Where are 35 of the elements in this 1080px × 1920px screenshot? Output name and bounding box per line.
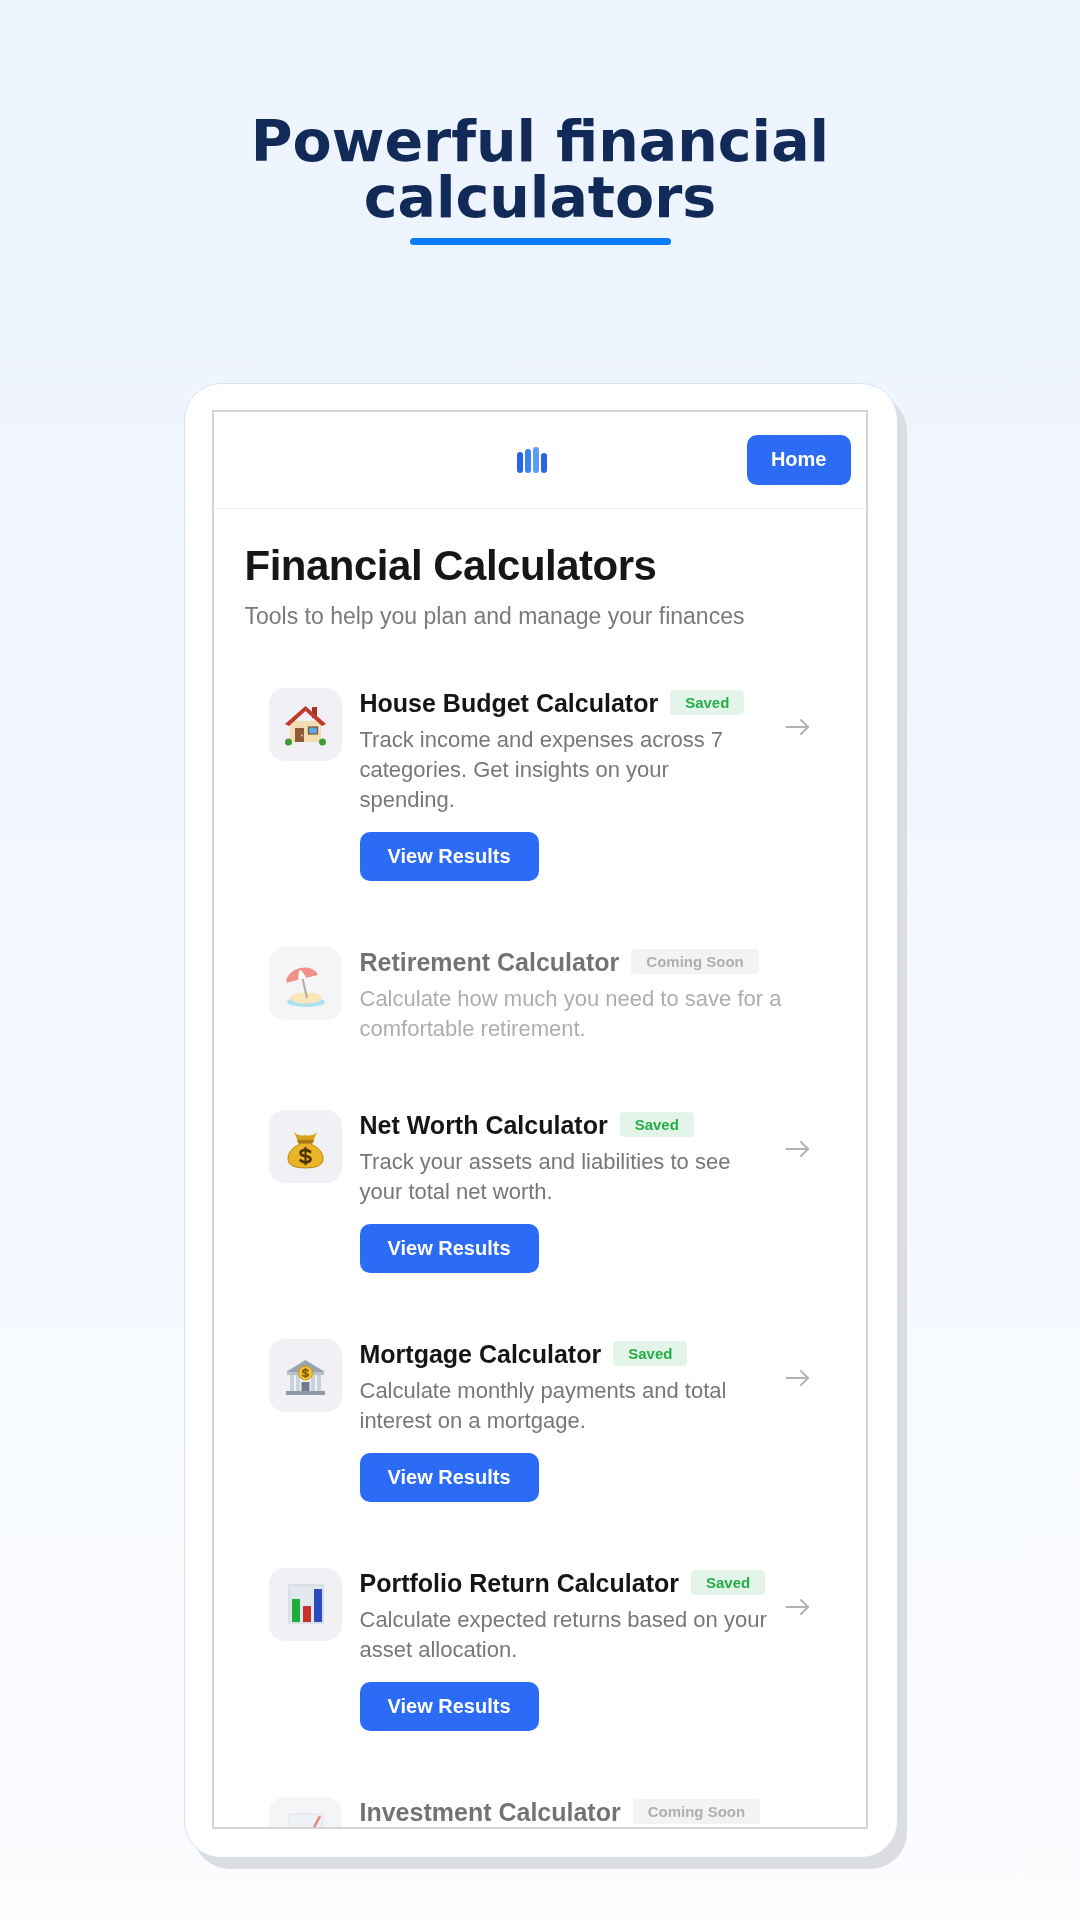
page-subtitle: Tools to help you plan and manage your finances (244, 601, 745, 630)
view-results-button[interactable]: View Results (359, 831, 539, 881)
calculator-description: Track your assets and liabilities to see your total net worth. (359, 1147, 732, 1206)
hero-title: Powerful financial calculators (249, 113, 831, 225)
bar-chart-icon (268, 1567, 342, 1641)
house-icon (268, 687, 342, 761)
beach-umbrella-icon (268, 946, 342, 1020)
view-results-button[interactable]: View Results (359, 1223, 539, 1273)
calculator-title: Portfolio Return Calculator (359, 1567, 679, 1598)
calculator-description: Calculate expected returns based on your asset allocation. (359, 1605, 768, 1664)
calculator-description: Track income and expenses across 7 categories. Get insights on your spending. (359, 725, 725, 814)
calculator-title: Retirement Calculator (359, 946, 620, 977)
saved-badge: Saved (619, 1112, 694, 1137)
calculator-description: Calculate monthly payments and total interest on a mortgage. (359, 1376, 728, 1435)
money-bag-icon (268, 1109, 342, 1183)
coming-soon-badge: Coming Soon (632, 1799, 761, 1824)
arrow-right-icon[interactable] (784, 1139, 810, 1158)
arrow-right-icon[interactable] (784, 717, 810, 736)
bank-building-icon (268, 1338, 342, 1412)
coming-soon-badge: Coming Soon (631, 949, 759, 974)
calculator-title: House Budget Calculator (359, 687, 659, 718)
calculator-title: Mortgage Calculator (359, 1338, 602, 1369)
calculator-title: Investment Calculator (359, 1796, 621, 1827)
arrow-right-icon[interactable] (784, 1597, 810, 1616)
view-results-button[interactable]: View Results (359, 1681, 539, 1731)
home-button[interactable]: Home (746, 434, 851, 485)
bar-logo-icon[interactable] (517, 446, 547, 473)
arrow-right-icon[interactable] (784, 1368, 810, 1387)
saved-badge: Saved (670, 690, 745, 715)
page-heading: Financial Calculators (244, 541, 657, 590)
view-results-button[interactable]: View Results (359, 1452, 539, 1502)
calculator-title: Net Worth Calculator (359, 1109, 608, 1140)
calculator-description: Calculate how much you need to save for a comfortable retirement. (359, 984, 783, 1043)
saved-badge: Saved (613, 1341, 688, 1366)
saved-badge: Saved (690, 1570, 766, 1595)
